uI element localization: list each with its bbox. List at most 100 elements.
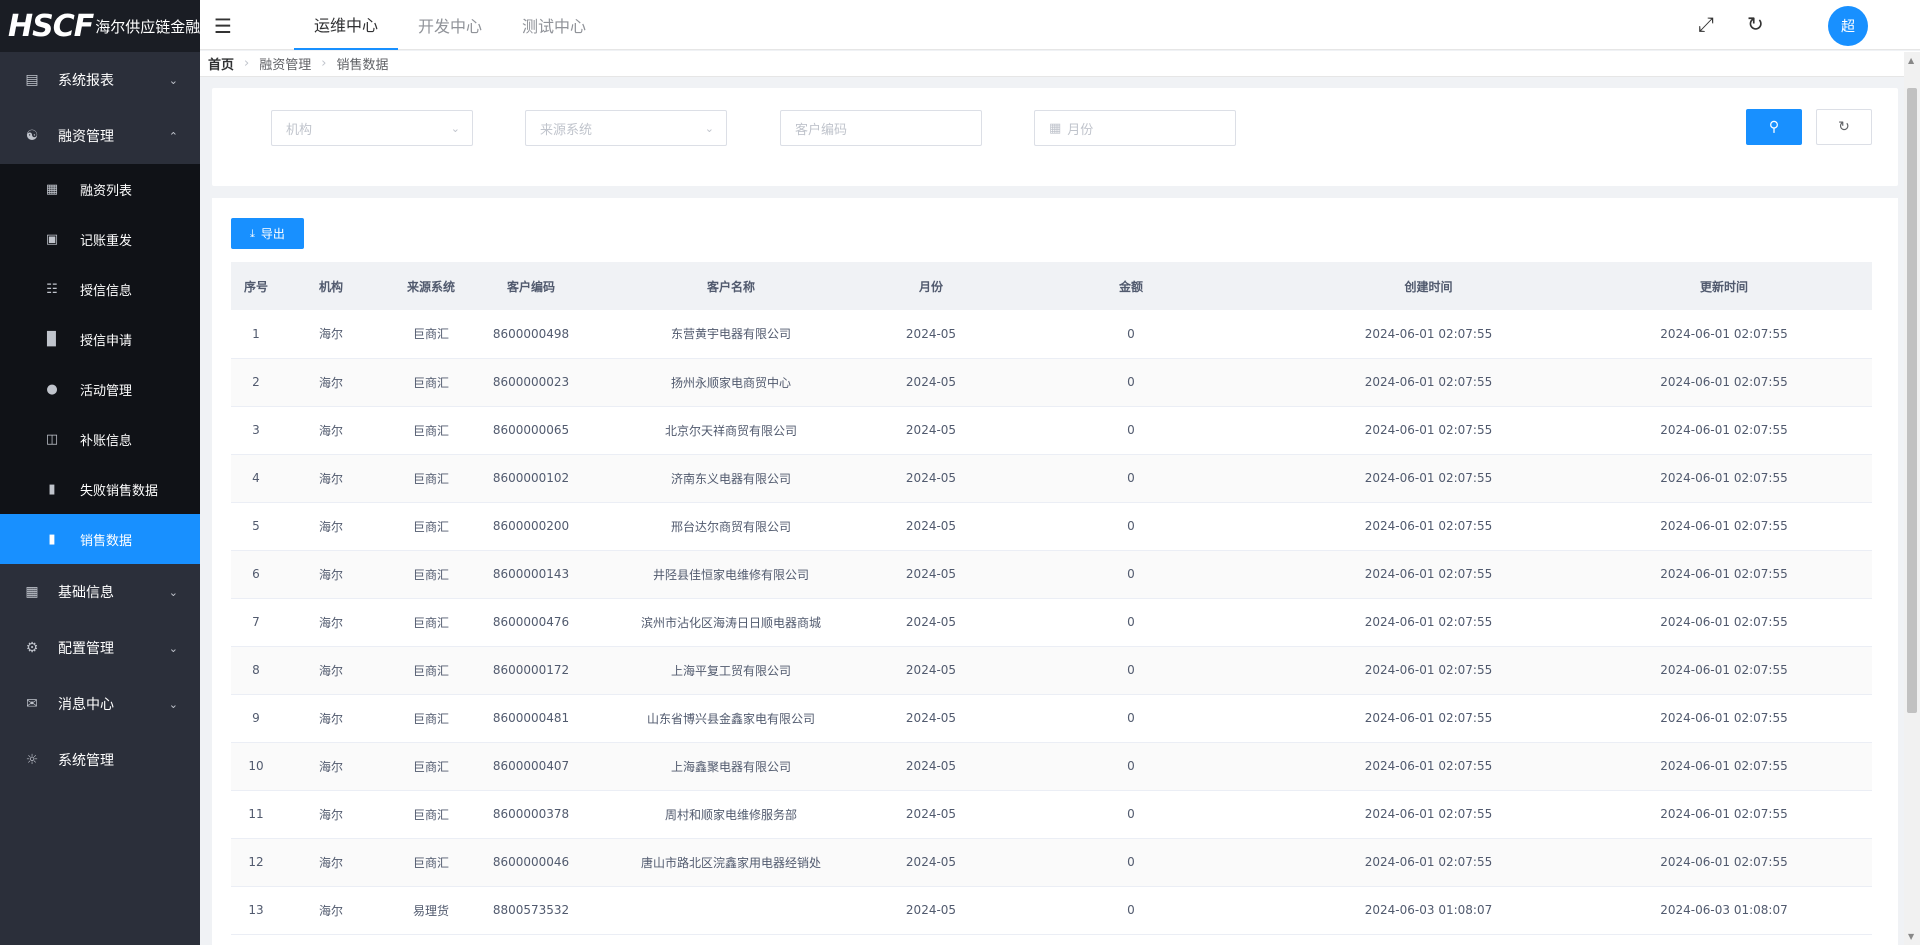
table-row[interactable]: 13 海尔 易理货 8800573532 2024-05 0 2024-06-03 01:0…	[231, 886, 1872, 935]
reset-button[interactable]: ↻	[1816, 109, 1872, 145]
table-cell: 巨商汇	[381, 406, 481, 455]
customer-code-placeholder: 客户编码	[795, 122, 848, 138]
table-cell: 8600000046	[481, 838, 581, 887]
search-button[interactable]: ⚲	[1746, 109, 1802, 145]
breadcrumb-home[interactable]: 首页	[208, 54, 234, 73]
table-cell: 2024-06-01 02:07:55	[1281, 310, 1576, 359]
table-cell: 8600000200	[481, 502, 581, 551]
sales-data-table: 序号 机构 来源系统 客户编码 客户名称 月份 金额 创建时间 更新时间 1 海尔…	[231, 262, 1872, 935]
column-header: 更新时间	[1576, 262, 1872, 310]
table-cell: 3	[231, 406, 281, 455]
export-button[interactable]: ⤓ 导出	[231, 218, 304, 249]
table-cell: 2024-06-01 02:07:55	[1281, 790, 1576, 839]
table-cell: 0	[981, 454, 1281, 503]
table-row[interactable]: 12 海尔 巨商汇 8600000046 唐山市路北区浣鑫家用电器经销处 2024-05 0…	[231, 838, 1872, 887]
sidebar-item-system[interactable]: ☼ 系统管理	[0, 732, 200, 788]
scroll-down-icon[interactable]: ▼	[1908, 932, 1914, 941]
table-cell: 2024-06-01 02:07:55	[1281, 598, 1576, 647]
fullscreen-icon[interactable]: ⤢	[1698, 12, 1714, 36]
sidebar-item-activity[interactable]: ● 活动管理	[0, 364, 200, 414]
sidebar-item-credit-apply[interactable]: ▉ 授信申请	[0, 314, 200, 364]
table-cell: 巨商汇	[381, 310, 481, 359]
table-cell: 0	[981, 886, 1281, 935]
table-body: 1 海尔 巨商汇 8600000498 东营黄宇电器有限公司 2024-05 0 2024-0…	[231, 310, 1872, 935]
column-header: 客户编码	[481, 262, 581, 310]
sidebar-item-sales-data[interactable]: ▮ 销售数据	[0, 514, 200, 564]
sidebar-item-financing-list[interactable]: ▦ 融资列表	[0, 164, 200, 214]
avatar[interactable]: 超	[1828, 6, 1868, 46]
database-icon: ☯	[25, 128, 39, 144]
breadcrumb-current: 销售数据	[336, 58, 389, 73]
table-row[interactable]: 9 海尔 巨商汇 8600000481 山东省博兴县金鑫家电有限公司 2024-05 0 20…	[231, 694, 1872, 743]
filter-panel: 机构 ⌄ 来源系统 ⌄ 客户编码 ▦ 月份 ⚲ ↻	[212, 88, 1898, 186]
sidebar-item-label: 消息中心	[58, 697, 114, 713]
chevron-down-icon: ⌄	[450, 121, 460, 135]
table-cell: 易理货	[381, 886, 481, 935]
sidebar-item-label: 授信信息	[80, 283, 133, 299]
sidebar-item-reports[interactable]: ▤ 系统报表 ⌄	[0, 52, 200, 108]
monitor-icon: ▉	[47, 331, 57, 347]
table-cell: 2024-06-01 02:07:55	[1576, 838, 1872, 887]
refresh-icon[interactable]: ↻	[1747, 12, 1764, 36]
chevron-down-icon: ⌄	[168, 585, 178, 599]
table-cell: 2024-06-01 02:07:55	[1576, 454, 1872, 503]
customer-code-input[interactable]: 客户编码	[780, 110, 982, 146]
table-row[interactable]: 8 海尔 巨商汇 8600000172 上海平复工贸有限公司 2024-05 0 2024-0…	[231, 646, 1872, 695]
table-row[interactable]: 5 海尔 巨商汇 8600000200 邢台达尔商贸有限公司 2024-05 0 2024-0…	[231, 502, 1872, 551]
table-cell: 2024-06-01 02:07:55	[1281, 454, 1576, 503]
table-row[interactable]: 10 海尔 巨商汇 8600000407 上海鑫聚电器有限公司 2024-05 0 2024-…	[231, 742, 1872, 791]
table-cell: 8600000481	[481, 694, 581, 743]
month-picker[interactable]: ▦ 月份	[1034, 110, 1236, 146]
table-cell: 巨商汇	[381, 694, 481, 743]
table-cell: 2024-06-01 02:07:55	[1576, 598, 1872, 647]
table-cell: 2024-05	[881, 550, 981, 599]
scroll-up-icon[interactable]: ▲	[1908, 56, 1914, 65]
table-row[interactable]: 6 海尔 巨商汇 8600000143 井陉县佳恒家电维修有限公司 2024-05 0 202…	[231, 550, 1872, 599]
table-cell: 2	[231, 358, 281, 407]
vertical-scrollbar[interactable]: ▲ ▼	[1904, 52, 1920, 945]
top-header: ☰ 运维中心 开发中心 测试中心 ⤢ ↻ 超	[200, 0, 1920, 50]
sidebar-item-basic-info[interactable]: ▦ 基础信息 ⌄	[0, 564, 200, 620]
table-row[interactable]: 7 海尔 巨商汇 8600000476 滨州市沾化区海涛日日顺电器商城 2024-05 0 2…	[231, 598, 1872, 647]
chevron-down-icon: ⌄	[168, 641, 178, 655]
table-row[interactable]: 2 海尔 巨商汇 8600000023 扬州永顺家电商贸中心 2024-05 0 2024-0…	[231, 358, 1872, 407]
table-cell: 2024-05	[881, 406, 981, 455]
table-row[interactable]: 3 海尔 巨商汇 8600000065 北京尔天祥商贸有限公司 2024-05 0 2024-…	[231, 406, 1872, 455]
scrollbar-thumb[interactable]	[1907, 88, 1917, 713]
table-cell: 2024-06-03 01:08:07	[1281, 886, 1576, 935]
table-cell: 8600000498	[481, 310, 581, 359]
org-select[interactable]: 机构 ⌄	[271, 110, 473, 146]
sidebar-item-label: 配置管理	[58, 641, 114, 657]
menu-toggle-icon[interactable]: ☰	[214, 14, 232, 38]
sidebar-item-messages[interactable]: ✉ 消息中心 ⌄	[0, 676, 200, 732]
chevron-down-icon: ⌄	[704, 121, 714, 135]
table-panel: ⤓ 导出 序号 机构 来源系统 客户编码 客户名称 月份 金额 创建时间 更新时…	[212, 198, 1898, 945]
table-cell: 扬州永顺家电商贸中心	[581, 358, 881, 407]
table-row[interactable]: 11 海尔 巨商汇 8600000378 周村和顺家电维修服务部 2024-05 0 2024…	[231, 790, 1872, 839]
table-row[interactable]: 1 海尔 巨商汇 8600000498 东营黄宇电器有限公司 2024-05 0 2024-0…	[231, 310, 1872, 359]
table-cell: 11	[231, 790, 281, 839]
sidebar-item-resend[interactable]: ▣ 记账重发	[0, 214, 200, 264]
sidebar-item-label: 融资列表	[80, 183, 133, 199]
table-cell: 12	[231, 838, 281, 887]
sidebar-item-credit-info[interactable]: ☷ 授信信息	[0, 264, 200, 314]
tab-dev-center[interactable]: 开发中心	[398, 0, 502, 50]
table-cell: 2024-06-01 02:07:55	[1576, 502, 1872, 551]
table-cell: 巨商汇	[381, 454, 481, 503]
breadcrumb-financing[interactable]: 融资管理	[259, 54, 311, 73]
table-cell: 济南东义电器有限公司	[581, 454, 881, 503]
sidebar-item-config[interactable]: ⚙ 配置管理 ⌄	[0, 620, 200, 676]
list-icon: ▦	[45, 181, 59, 197]
chevron-down-icon: ⌄	[168, 697, 178, 711]
tab-test-center[interactable]: 测试中心	[502, 0, 606, 50]
table-cell: 2024-06-01 02:07:55	[1281, 838, 1576, 887]
table-row[interactable]: 4 海尔 巨商汇 8600000102 济南东义电器有限公司 2024-05 0 2024-0…	[231, 454, 1872, 503]
tab-ops-center[interactable]: 运维中心	[294, 0, 399, 50]
table-cell: 13	[231, 886, 281, 935]
table-cell: 邢台达尔商贸有限公司	[581, 502, 881, 551]
sidebar-item-supplement[interactable]: ◫ 补账信息	[0, 414, 200, 464]
source-select[interactable]: 来源系统 ⌄	[525, 110, 727, 146]
sidebar-item-financing[interactable]: ☯ 融资管理 ⌃	[0, 108, 200, 164]
sidebar-item-failed-sales[interactable]: ▮ 失败销售数据	[0, 464, 200, 514]
table-cell: 海尔	[281, 886, 381, 935]
